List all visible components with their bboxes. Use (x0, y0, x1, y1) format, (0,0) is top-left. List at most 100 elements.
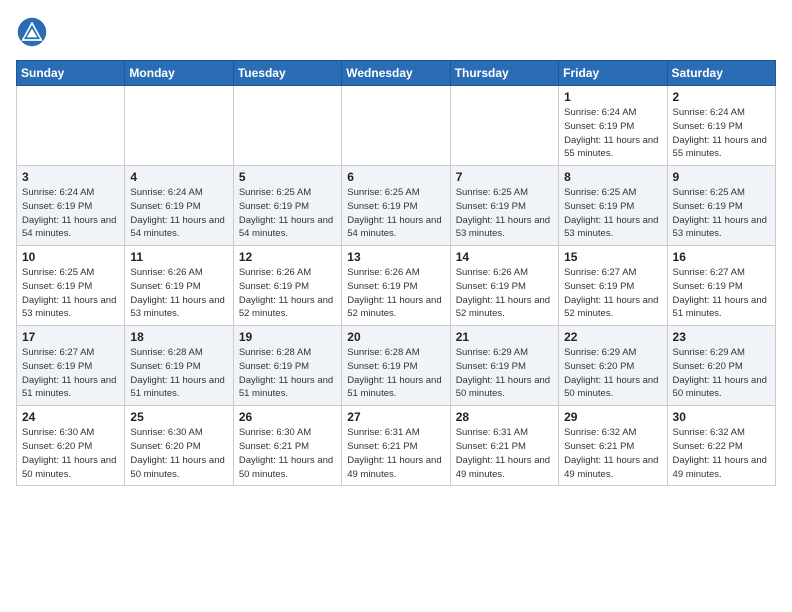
day-info: Sunrise: 6:25 AM Sunset: 6:19 PM Dayligh… (673, 186, 770, 241)
calendar-cell: 14 Sunrise: 6:26 AM Sunset: 6:19 PM Dayli… (450, 246, 558, 326)
calendar-cell: 27Sunrise: 6:31 AM Sunset: 6:21 PM Dayli… (342, 406, 450, 486)
calendar-cell: 18 Sunrise: 6:28 AM Sunset: 6:19 PM Dayli… (125, 326, 233, 406)
day-info: Sunrise: 6:30 AM Sunset: 6:20 PM Dayligh… (130, 426, 227, 481)
day-info: Sunrise: 6:30 AM Sunset: 6:21 PM Dayligh… (239, 426, 336, 481)
day-info: Sunrise: 6:29 AM Sunset: 6:19 PM Dayligh… (456, 346, 553, 401)
calendar-cell (342, 86, 450, 166)
day-info: Sunrise: 6:32 AM Sunset: 6:21 PM Dayligh… (564, 426, 661, 481)
day-number: 29 (564, 410, 661, 424)
col-header-tuesday: Tuesday (233, 61, 341, 86)
calendar-cell: 13Sunrise: 6:26 AM Sunset: 6:19 PM Dayli… (342, 246, 450, 326)
day-number: 8 (564, 170, 661, 184)
day-number: 10 (22, 250, 119, 264)
calendar-cell: 8 Sunrise: 6:25 AM Sunset: 6:19 PM Daylig… (559, 166, 667, 246)
calendar-cell: 5Sunrise: 6:25 AM Sunset: 6:19 PM Daylig… (233, 166, 341, 246)
logo-icon (16, 16, 48, 48)
col-header-saturday: Saturday (667, 61, 775, 86)
calendar-cell: 10 Sunrise: 6:25 AM Sunset: 6:19 PM Dayli… (17, 246, 125, 326)
logo (16, 16, 52, 48)
day-number: 2 (673, 90, 770, 104)
day-number: 20 (347, 330, 444, 344)
day-number: 26 (239, 410, 336, 424)
calendar-cell: 24 Sunrise: 6:30 AM Sunset: 6:20 PM Dayli… (17, 406, 125, 486)
day-number: 21 (456, 330, 553, 344)
calendar-cell: 17 Sunrise: 6:27 AM Sunset: 6:19 PM Dayli… (17, 326, 125, 406)
day-number: 6 (347, 170, 444, 184)
day-number: 15 (564, 250, 661, 264)
calendar-cell: 9 Sunrise: 6:25 AM Sunset: 6:19 PM Daylig… (667, 166, 775, 246)
calendar-week-row: 1 Sunrise: 6:24 AM Sunset: 6:19 PM Daylig… (17, 86, 776, 166)
calendar-week-row: 10 Sunrise: 6:25 AM Sunset: 6:19 PM Dayli… (17, 246, 776, 326)
calendar-cell: 29 Sunrise: 6:32 AM Sunset: 6:21 PM Dayli… (559, 406, 667, 486)
day-info: Sunrise: 6:24 AM Sunset: 6:19 PM Dayligh… (130, 186, 227, 241)
day-info: Sunrise: 6:24 AM Sunset: 6:19 PM Dayligh… (22, 186, 119, 241)
day-info: Sunrise: 6:32 AM Sunset: 6:22 PM Dayligh… (673, 426, 770, 481)
day-info: Sunrise: 6:26 AM Sunset: 6:19 PM Dayligh… (456, 266, 553, 321)
day-info: Sunrise: 6:27 AM Sunset: 6:19 PM Dayligh… (564, 266, 661, 321)
day-info: Sunrise: 6:27 AM Sunset: 6:19 PM Dayligh… (22, 346, 119, 401)
col-header-sunday: Sunday (17, 61, 125, 86)
day-number: 24 (22, 410, 119, 424)
day-number: 4 (130, 170, 227, 184)
calendar-week-row: 3 Sunrise: 6:24 AM Sunset: 6:19 PM Daylig… (17, 166, 776, 246)
col-header-wednesday: Wednesday (342, 61, 450, 86)
day-number: 17 (22, 330, 119, 344)
day-number: 7 (456, 170, 553, 184)
calendar-week-row: 17 Sunrise: 6:27 AM Sunset: 6:19 PM Dayli… (17, 326, 776, 406)
calendar-cell: 26 Sunrise: 6:30 AM Sunset: 6:21 PM Dayli… (233, 406, 341, 486)
day-info: Sunrise: 6:25 AM Sunset: 6:19 PM Dayligh… (239, 186, 336, 241)
day-info: Sunrise: 6:29 AM Sunset: 6:20 PM Dayligh… (673, 346, 770, 401)
calendar-cell: 19 Sunrise: 6:28 AM Sunset: 6:19 PM Dayli… (233, 326, 341, 406)
calendar-cell (450, 86, 558, 166)
calendar-cell: 7 Sunrise: 6:25 AM Sunset: 6:19 PM Daylig… (450, 166, 558, 246)
day-info: Sunrise: 6:28 AM Sunset: 6:19 PM Dayligh… (239, 346, 336, 401)
calendar-cell: 21 Sunrise: 6:29 AM Sunset: 6:19 PM Dayli… (450, 326, 558, 406)
calendar-cell: 22 Sunrise: 6:29 AM Sunset: 6:20 PM Dayli… (559, 326, 667, 406)
calendar-cell (125, 86, 233, 166)
calendar-cell: 28Sunrise: 6:31 AM Sunset: 6:21 PM Dayli… (450, 406, 558, 486)
day-info: Sunrise: 6:24 AM Sunset: 6:19 PM Dayligh… (673, 106, 770, 161)
calendar-cell: 12 Sunrise: 6:26 AM Sunset: 6:19 PM Dayli… (233, 246, 341, 326)
day-info: Sunrise: 6:25 AM Sunset: 6:19 PM Dayligh… (564, 186, 661, 241)
day-number: 1 (564, 90, 661, 104)
day-info: Sunrise: 6:29 AM Sunset: 6:20 PM Dayligh… (564, 346, 661, 401)
calendar-cell: 23 Sunrise: 6:29 AM Sunset: 6:20 PM Dayli… (667, 326, 775, 406)
day-info: Sunrise: 6:25 AM Sunset: 6:19 PM Dayligh… (347, 186, 444, 241)
day-number: 13 (347, 250, 444, 264)
day-info: Sunrise: 6:28 AM Sunset: 6:19 PM Dayligh… (347, 346, 444, 401)
calendar-cell (17, 86, 125, 166)
calendar-cell: 3 Sunrise: 6:24 AM Sunset: 6:19 PM Daylig… (17, 166, 125, 246)
day-number: 9 (673, 170, 770, 184)
day-number: 14 (456, 250, 553, 264)
day-info: Sunrise: 6:24 AM Sunset: 6:19 PM Dayligh… (564, 106, 661, 161)
calendar-cell: 30Sunrise: 6:32 AM Sunset: 6:22 PM Dayli… (667, 406, 775, 486)
calendar-cell: 16Sunrise: 6:27 AM Sunset: 6:19 PM Dayli… (667, 246, 775, 326)
day-number: 12 (239, 250, 336, 264)
day-number: 23 (673, 330, 770, 344)
day-info: Sunrise: 6:28 AM Sunset: 6:19 PM Dayligh… (130, 346, 227, 401)
day-number: 22 (564, 330, 661, 344)
day-number: 3 (22, 170, 119, 184)
day-info: Sunrise: 6:25 AM Sunset: 6:19 PM Dayligh… (22, 266, 119, 321)
calendar-header-row: SundayMondayTuesdayWednesdayThursdayFrid… (17, 61, 776, 86)
day-info: Sunrise: 6:31 AM Sunset: 6:21 PM Dayligh… (347, 426, 444, 481)
day-info: Sunrise: 6:26 AM Sunset: 6:19 PM Dayligh… (239, 266, 336, 321)
col-header-monday: Monday (125, 61, 233, 86)
calendar-cell: 11Sunrise: 6:26 AM Sunset: 6:19 PM Dayli… (125, 246, 233, 326)
day-info: Sunrise: 6:26 AM Sunset: 6:19 PM Dayligh… (130, 266, 227, 321)
calendar-cell: 4 Sunrise: 6:24 AM Sunset: 6:19 PM Daylig… (125, 166, 233, 246)
calendar-cell: 15 Sunrise: 6:27 AM Sunset: 6:19 PM Dayli… (559, 246, 667, 326)
calendar-table: SundayMondayTuesdayWednesdayThursdayFrid… (16, 60, 776, 486)
calendar-week-row: 24 Sunrise: 6:30 AM Sunset: 6:20 PM Dayli… (17, 406, 776, 486)
day-number: 18 (130, 330, 227, 344)
day-info: Sunrise: 6:31 AM Sunset: 6:21 PM Dayligh… (456, 426, 553, 481)
col-header-thursday: Thursday (450, 61, 558, 86)
day-number: 25 (130, 410, 227, 424)
day-info: Sunrise: 6:30 AM Sunset: 6:20 PM Dayligh… (22, 426, 119, 481)
day-info: Sunrise: 6:25 AM Sunset: 6:19 PM Dayligh… (456, 186, 553, 241)
page-header (16, 16, 776, 48)
calendar-cell: 1 Sunrise: 6:24 AM Sunset: 6:19 PM Daylig… (559, 86, 667, 166)
day-number: 19 (239, 330, 336, 344)
calendar-cell: 6 Sunrise: 6:25 AM Sunset: 6:19 PM Daylig… (342, 166, 450, 246)
calendar-cell: 2 Sunrise: 6:24 AM Sunset: 6:19 PM Daylig… (667, 86, 775, 166)
